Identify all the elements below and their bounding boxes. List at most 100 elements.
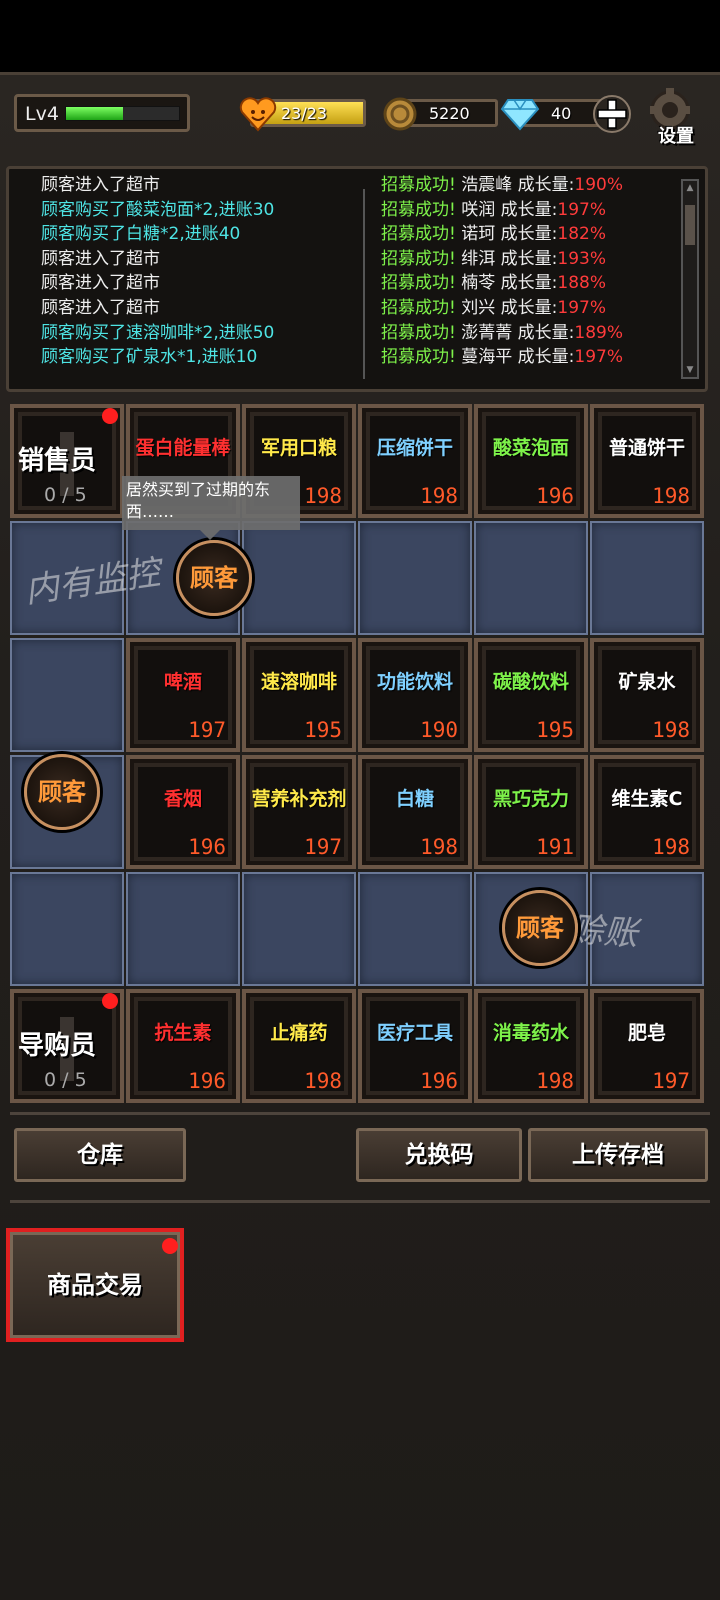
shelf-item-name: 营养补充剂 bbox=[251, 788, 347, 810]
coins-value: 5220 bbox=[429, 104, 470, 123]
add-gems-button[interactable] bbox=[592, 94, 632, 134]
floor-tile bbox=[242, 521, 356, 635]
shelf-item-name: 维生素C bbox=[611, 788, 683, 810]
recruit-prefix: 招募成功! bbox=[381, 273, 456, 294]
upload-save-button[interactable]: 上传存档 bbox=[528, 1128, 708, 1182]
level-panel: Lv4 bbox=[14, 94, 190, 132]
shelf-item-name: 压缩饼干 bbox=[376, 437, 453, 459]
shelf-item-name: 速溶咖啡 bbox=[260, 671, 337, 693]
shelf-slot[interactable]: 营养补充剂 197 bbox=[242, 755, 356, 869]
floor-tile bbox=[474, 521, 588, 635]
shelf-item-name: 军用口粮 bbox=[260, 437, 337, 459]
warehouse-button[interactable]: 仓库 bbox=[14, 1128, 186, 1182]
recruit-prefix: 招募成功! bbox=[381, 175, 456, 195]
staff-slot[interactable]: 导购员 0 / 5 bbox=[10, 989, 124, 1103]
customer-token[interactable]: 顾客 bbox=[176, 540, 252, 616]
staff-title: 导购员 bbox=[18, 1031, 97, 1061]
shelf-slot[interactable]: 抗生素 196 bbox=[126, 989, 240, 1103]
shop-log-entry: 顾客购买了速溶咖啡*2,进账50 bbox=[41, 322, 275, 343]
game-screen: Lv4 23/23 5220 40 设置 顾客进入了超市 顾客购买了酸菜泡面*2… bbox=[0, 0, 720, 1600]
shelf-slot[interactable]: 黑巧克力 191 bbox=[474, 755, 588, 869]
scroll-thumb[interactable] bbox=[685, 205, 695, 245]
shelf-slot[interactable]: 速溶咖啡 195 bbox=[242, 638, 356, 752]
recruit-name: 绯洱 成长量: bbox=[455, 248, 558, 269]
level-label: Lv4 bbox=[25, 103, 59, 125]
exp-bar-fill bbox=[66, 107, 123, 120]
growth-value: 190% bbox=[574, 175, 623, 195]
recruit-name: 楠苓 成长量: bbox=[455, 273, 558, 294]
shelf-stock-count: 198 bbox=[652, 835, 690, 859]
shelf-slot[interactable]: 白糖 198 bbox=[358, 755, 472, 869]
shelf-slot[interactable]: 功能饮料 190 bbox=[358, 638, 472, 752]
shelf-slot[interactable]: 香烟 196 bbox=[126, 755, 240, 869]
heart-icon bbox=[239, 97, 277, 132]
shelf-stock-count: 195 bbox=[536, 718, 574, 742]
stamina-value: 23/23 bbox=[281, 104, 328, 123]
goods-trade-button[interactable]: 商品交易 bbox=[6, 1228, 184, 1342]
log-scrollbar[interactable]: ▲ ▼ bbox=[681, 179, 699, 379]
staff-slot[interactable]: 销售员 0 / 5 bbox=[10, 404, 124, 518]
shelf-item-name: 酸菜泡面 bbox=[492, 437, 569, 459]
recruit-name: 浩震峰 成长量: bbox=[455, 175, 575, 195]
shelf-item-name: 消毒药水 bbox=[492, 1022, 569, 1044]
shelf-slot[interactable]: 医疗工具 196 bbox=[358, 989, 472, 1103]
recruit-log-entry: 招募成功! 刘兴 成长量:197% bbox=[381, 296, 681, 321]
shelf-slot[interactable]: 肥皂 197 bbox=[590, 989, 704, 1103]
wall-graffiti: 赊账 bbox=[568, 909, 640, 955]
scroll-up-icon[interactable]: ▲ bbox=[683, 181, 697, 195]
recruit-prefix: 招募成功! bbox=[381, 199, 456, 220]
shelf-stock-count: 198 bbox=[652, 718, 690, 742]
shop-log-entry: 顾客进入了超市 bbox=[41, 297, 160, 318]
shelf-stock-count: 198 bbox=[420, 484, 458, 508]
scroll-down-icon[interactable]: ▼ bbox=[683, 363, 697, 377]
shelf-item-name: 蛋白能量棒 bbox=[135, 437, 231, 459]
shelf-slot[interactable]: 普通饼干 198 bbox=[590, 404, 704, 518]
shelf-slot[interactable]: 压缩饼干 198 bbox=[358, 404, 472, 518]
shelf-slot[interactable]: 消毒药水 198 bbox=[474, 989, 588, 1103]
customer-token[interactable]: 顾客 bbox=[502, 890, 578, 966]
recruit-log-entry: 招募成功! 蔓海平 成长量:197% bbox=[381, 345, 681, 370]
shelf-stock-count: 198 bbox=[536, 1069, 574, 1093]
growth-value: 197% bbox=[574, 347, 623, 368]
redeem-code-button[interactable]: 兑换码 bbox=[356, 1128, 522, 1182]
shelf-slot[interactable]: 啤酒 197 bbox=[126, 638, 240, 752]
shelf-slot[interactable]: 止痛药 198 bbox=[242, 989, 356, 1103]
event-log-panel: 顾客进入了超市 顾客购买了酸菜泡面*2,进账30 顾客购买了白糖*2,进账40 顾客进… bbox=[6, 166, 708, 392]
shelf-item-name: 黑巧克力 bbox=[492, 788, 569, 810]
shelf-slot[interactable]: 维生素C 198 bbox=[590, 755, 704, 869]
diamond-icon bbox=[500, 99, 540, 131]
shelf-stock-count: 196 bbox=[420, 1069, 458, 1093]
shop-log-entry: 顾客进入了超市 bbox=[41, 248, 160, 269]
shelf-stock-count: 197 bbox=[188, 718, 226, 742]
recruit-log-entry: 招募成功! 楠苓 成长量:188% bbox=[381, 271, 681, 296]
recruit-prefix: 招募成功! bbox=[381, 322, 456, 343]
divider-top bbox=[10, 1112, 710, 1115]
shelf-stock-count: 190 bbox=[420, 718, 458, 742]
shelf-slot[interactable]: 碳酸饮料 195 bbox=[474, 638, 588, 752]
floor-tile bbox=[126, 872, 240, 986]
shelf-item-name: 矿泉水 bbox=[618, 671, 676, 693]
shelf-item-name: 碳酸饮料 bbox=[492, 671, 569, 693]
shelf-item-name: 止痛药 bbox=[270, 1022, 328, 1044]
shelf-item-name: 功能饮料 bbox=[376, 671, 453, 693]
floor-tile bbox=[358, 872, 472, 986]
floor-tile bbox=[10, 638, 124, 752]
customer-token[interactable]: 顾客 bbox=[24, 754, 100, 830]
shop-log-entry: 顾客进入了超市 bbox=[41, 175, 160, 195]
settings-button[interactable]: 设置 bbox=[658, 122, 708, 148]
shelf-stock-count: 196 bbox=[536, 484, 574, 508]
staff-title: 销售员 bbox=[18, 446, 97, 476]
growth-value: 189% bbox=[574, 322, 623, 343]
shelf-stock-count: 198 bbox=[420, 835, 458, 859]
notification-dot bbox=[102, 993, 118, 1009]
shelf-slot[interactable]: 酸菜泡面 196 bbox=[474, 404, 588, 518]
divider-bottom bbox=[10, 1200, 710, 1203]
floor-tile bbox=[358, 521, 472, 635]
speech-bubble-tail bbox=[200, 530, 220, 540]
shelf-item-name: 医疗工具 bbox=[376, 1022, 453, 1044]
recruit-prefix: 招募成功! bbox=[381, 224, 456, 245]
shelf-item-name: 啤酒 bbox=[163, 671, 202, 693]
shelf-slot[interactable]: 矿泉水 198 bbox=[590, 638, 704, 752]
notification-dot bbox=[162, 1238, 178, 1254]
recruit-name: 诺珂 成长量: bbox=[455, 224, 558, 245]
